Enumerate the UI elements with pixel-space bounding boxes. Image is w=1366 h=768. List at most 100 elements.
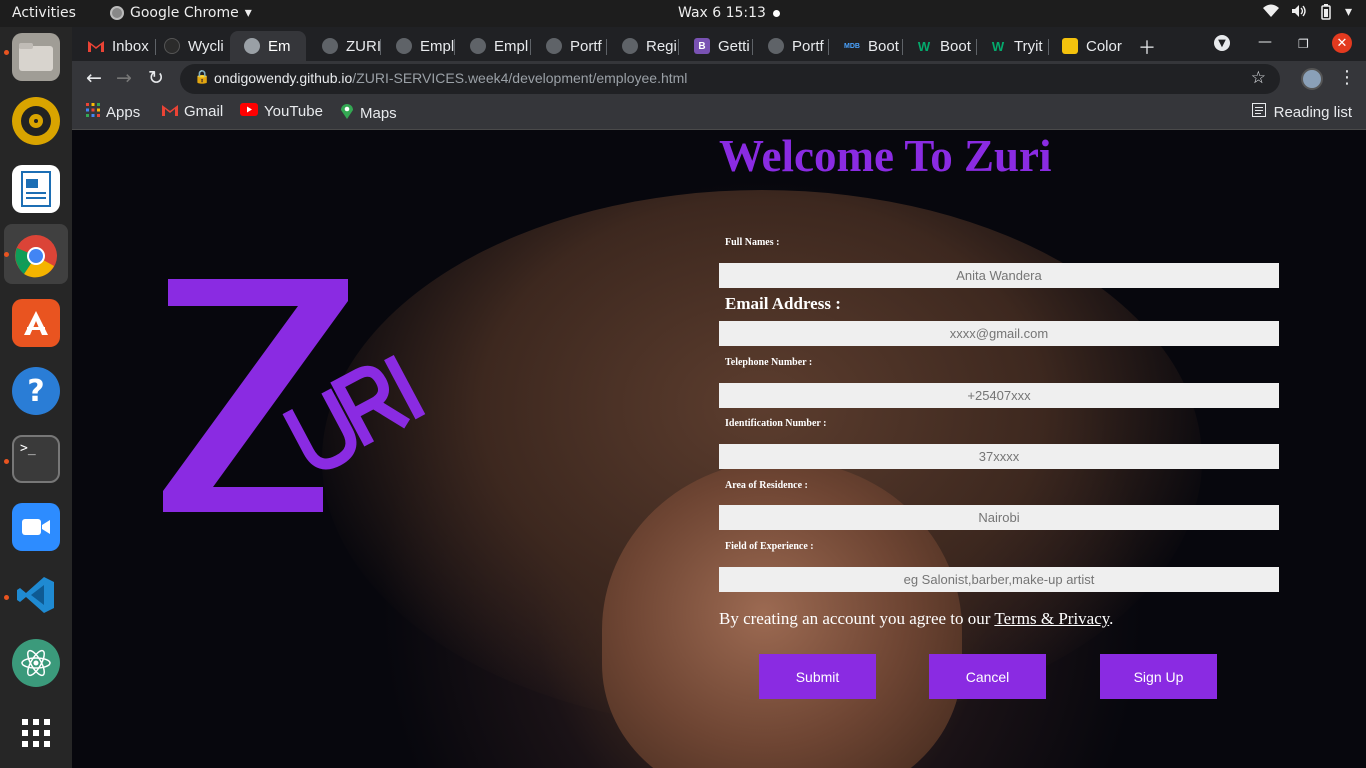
telephone-input[interactable] — [719, 383, 1279, 408]
full-names-input[interactable] — [719, 263, 1279, 288]
tab[interactable]: W Boot — [902, 31, 976, 61]
bookmark-apps[interactable]: Apps — [86, 103, 140, 121]
email-input[interactable] — [719, 321, 1279, 346]
bookmark-maps[interactable]: Maps — [340, 103, 397, 123]
tab-label: Empl — [494, 37, 529, 55]
bookmark-label: Apps — [106, 103, 141, 121]
help-icon[interactable]: ? — [12, 367, 60, 415]
tab-strip: Inbox Wycli Em ✕ ZURI Empl Empl Portf Re… — [72, 27, 1366, 61]
tab-active[interactable]: Em ✕ — [230, 31, 306, 61]
experience-input[interactable] — [719, 567, 1279, 592]
new-tab-button[interactable]: ＋ — [1138, 34, 1156, 60]
app-menu-label: Google Chrome — [130, 5, 239, 21]
files-icon[interactable] — [12, 33, 60, 81]
tab-separator — [380, 39, 381, 55]
tab[interactable]: ZURI — [308, 31, 382, 61]
bookmark-youtube[interactable]: YouTube — [240, 103, 323, 120]
tab-separator — [752, 39, 753, 55]
app-menu[interactable]: Google Chrome ▾ — [110, 5, 252, 21]
color-icon — [1062, 38, 1078, 54]
back-icon[interactable]: ← — [86, 67, 102, 89]
tab-separator — [606, 39, 607, 55]
experience-label: Field of Experience : — [725, 541, 814, 552]
globe-icon — [244, 38, 260, 54]
software-center-icon[interactable] — [12, 299, 60, 347]
volume-icon — [1291, 4, 1307, 24]
tab[interactable]: Empl — [456, 31, 532, 61]
bootstrap-icon: B — [694, 38, 710, 54]
address-bar[interactable]: 🔒 ondigowendy.github.io/ZURI-SERVICES.we… — [180, 64, 1280, 94]
tab-search-icon[interactable]: ▼ — [1214, 35, 1230, 51]
tab-separator — [454, 39, 455, 55]
notification-dot — [773, 10, 780, 17]
tab[interactable]: MDB Boot — [830, 31, 902, 61]
reading-list-button[interactable]: Reading list — [1251, 103, 1352, 121]
close-icon[interactable]: ✕ — [305, 36, 307, 56]
tab-label: ZURI — [346, 37, 381, 55]
minimize-icon[interactable]: — — [1258, 34, 1272, 50]
tab[interactable]: Inbox — [74, 31, 150, 61]
globe-icon — [470, 38, 486, 54]
globe-icon — [322, 38, 338, 54]
terminal-icon[interactable]: >_ — [12, 435, 60, 483]
bookmark-gmail[interactable]: Gmail — [162, 103, 223, 120]
tab-label: Empl — [420, 37, 455, 55]
show-apps-icon[interactable] — [12, 709, 60, 757]
globe-icon — [768, 38, 784, 54]
id-number-input[interactable] — [719, 444, 1279, 469]
tab-label: Regi — [646, 37, 677, 55]
url-text[interactable]: ondigowendy.github.io/ZURI-SERVICES.week… — [214, 70, 687, 86]
globe-icon — [622, 38, 638, 54]
tab-separator — [530, 39, 531, 55]
atom-icon[interactable] — [12, 639, 60, 687]
residence-input[interactable] — [719, 505, 1279, 530]
apps-grid-icon — [86, 103, 100, 121]
window-close-icon[interactable]: ✕ — [1332, 33, 1352, 53]
running-indicator — [4, 252, 9, 257]
running-indicator — [4, 595, 9, 600]
cancel-button[interactable]: Cancel — [929, 654, 1046, 699]
tab[interactable]: Regi — [608, 31, 680, 61]
tab-label: Color — [1086, 37, 1122, 55]
forward-icon[interactable]: → — [116, 67, 132, 89]
w-icon: W — [991, 38, 1005, 54]
github-icon — [164, 38, 180, 54]
zuri-logo — [163, 279, 427, 512]
activities-button[interactable]: Activities — [12, 5, 76, 21]
browser-toolbar: ← → ↻ 🔒 ondigowendy.github.io/ZURI-SERVI… — [72, 61, 1366, 97]
sign-up-button[interactable]: Sign Up — [1100, 654, 1217, 699]
writer-icon[interactable] — [12, 165, 60, 213]
tab-separator — [678, 39, 679, 55]
kebab-menu-icon[interactable]: ⋮ — [1338, 67, 1356, 88]
profile-avatar[interactable] — [1301, 68, 1323, 90]
maximize-icon[interactable]: ❐ — [1298, 37, 1309, 51]
submit-button[interactable]: Submit — [759, 654, 876, 699]
reading-list-label: Reading list — [1273, 103, 1352, 121]
bookmark-label: YouTube — [264, 103, 323, 120]
tab[interactable]: Color — [1048, 31, 1124, 61]
battery-icon — [1319, 4, 1333, 24]
reload-icon[interactable]: ↻ — [148, 67, 164, 89]
wifi-icon — [1262, 4, 1279, 24]
globe-icon — [546, 38, 562, 54]
tab-label: Boot — [868, 37, 899, 55]
tab[interactable]: Empl — [382, 31, 456, 61]
tab[interactable]: Wycli — [150, 31, 228, 61]
caret-down-icon: ▾ — [244, 5, 252, 21]
lock-icon: 🔒 — [194, 70, 211, 85]
system-tray[interactable]: ▾ — [1262, 4, 1352, 24]
tab[interactable]: Portf — [532, 31, 608, 61]
bookmark-star-icon[interactable]: ☆ — [1251, 68, 1266, 88]
tab[interactable]: B Getti — [680, 31, 754, 61]
vscode-icon[interactable] — [12, 571, 60, 619]
youtube-icon — [240, 103, 258, 120]
running-indicator — [4, 459, 9, 464]
chrome-dock-icon[interactable] — [12, 232, 60, 280]
bookmark-label: Gmail — [184, 103, 224, 120]
tab[interactable]: Portf — [754, 31, 830, 61]
clock[interactable]: Wax 6 15:13 — [678, 5, 766, 21]
tab[interactable]: W Tryit — [976, 31, 1048, 61]
zoom-icon[interactable] — [12, 503, 60, 551]
rhythmbox-icon[interactable] — [12, 97, 60, 145]
terms-privacy-link[interactable]: Terms & Privacy — [994, 609, 1109, 628]
